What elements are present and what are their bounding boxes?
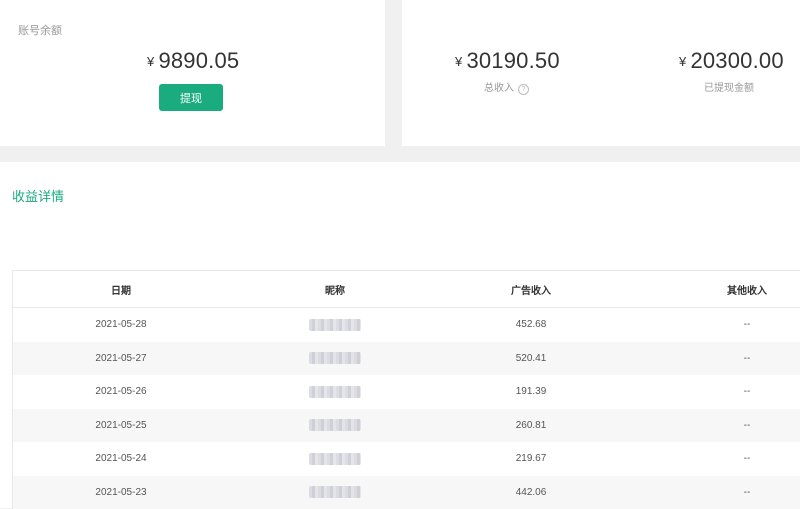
table-row: 2021-05-23 442.06 --	[13, 476, 800, 509]
ad-income-cell: 260.81	[471, 409, 591, 443]
balance-label: 账号余额	[18, 22, 62, 38]
income-card: ¥30190.50 总收入? ¥20300.00 已提现金额	[402, 0, 800, 146]
other-income-cell: --	[687, 442, 800, 476]
currency-symbol: ¥	[455, 54, 462, 69]
withdrawn-label: 已提现金额	[704, 79, 754, 94]
nickname-redacted	[309, 352, 361, 364]
date-cell: 2021-05-26	[61, 375, 181, 409]
ad-income-cell: 191.39	[471, 375, 591, 409]
nickname-cell	[275, 442, 395, 476]
income-table: 日期 昵称 广告收入 其他收入 2021-05-28452.68--2021-0…	[12, 270, 800, 509]
date-cell: 2021-05-25	[61, 409, 181, 443]
date-cell: 2021-05-23	[61, 476, 181, 509]
other-income-cell: --	[687, 308, 800, 342]
nickname-cell	[275, 476, 395, 509]
withdrawn-value: 20300.00	[690, 48, 783, 73]
table-body: 2021-05-28452.68--2021-05-27520.41--2021…	[13, 308, 800, 509]
total-income-amount: ¥30190.50	[455, 48, 560, 74]
other-income-cell: --	[687, 375, 800, 409]
column-header-nickname: 昵称	[275, 271, 395, 307]
currency-symbol: ¥	[679, 54, 686, 69]
nickname-cell	[275, 342, 395, 376]
nickname-redacted	[309, 319, 361, 331]
help-icon[interactable]: ?	[518, 84, 529, 95]
ad-income-cell: 520.41	[471, 342, 591, 376]
nickname-cell	[275, 409, 395, 443]
total-income-value: 30190.50	[466, 48, 559, 73]
ad-income-cell: 442.06	[471, 476, 591, 509]
nickname-redacted	[309, 419, 361, 431]
table-header: 日期 昵称 广告收入 其他收入	[13, 271, 800, 308]
table-row: 2021-05-24 219.67 --	[13, 442, 800, 476]
total-income-label: 总收入	[484, 83, 514, 94]
table-row: 2021-05-25 260.81 --	[13, 409, 800, 443]
table-row: 2021-05-27 520.41 --	[13, 342, 800, 376]
other-income-cell: --	[687, 476, 800, 509]
column-header-date: 日期	[61, 271, 181, 307]
date-cell: 2021-05-24	[61, 442, 181, 476]
table-row: 2021-05-26 191.39 --	[13, 375, 800, 409]
nickname-cell	[275, 375, 395, 409]
column-header-ad-income: 广告收入	[471, 271, 591, 307]
total-income-label-wrap: 总收入?	[484, 79, 529, 95]
withdrawn-amount: ¥20300.00	[679, 48, 784, 74]
nickname-redacted	[309, 486, 361, 498]
nickname-redacted	[309, 386, 361, 398]
other-income-cell: --	[687, 342, 800, 376]
date-cell: 2021-05-28	[61, 308, 181, 342]
balance-card: 账号余额 ¥9890.05 提现	[0, 0, 385, 146]
nickname-redacted	[309, 453, 361, 465]
section-title: 收益详情	[12, 186, 64, 205]
ad-income-cell: 219.67	[471, 442, 591, 476]
balance-amount: ¥9890.05	[147, 48, 239, 74]
ad-income-cell: 452.68	[471, 308, 591, 342]
table-row: 2021-05-28 452.68 --	[13, 308, 800, 342]
other-income-cell: --	[687, 409, 800, 443]
date-cell: 2021-05-27	[61, 342, 181, 376]
balance-value: 9890.05	[158, 48, 239, 73]
income-details-panel: 收益详情 日期 昵称 广告收入 其他收入 2021-05-28452.68--2…	[0, 162, 800, 508]
column-header-other-income: 其他收入	[687, 271, 800, 307]
currency-symbol: ¥	[147, 54, 154, 69]
nickname-cell	[275, 308, 395, 342]
withdraw-button[interactable]: 提现	[159, 84, 223, 111]
